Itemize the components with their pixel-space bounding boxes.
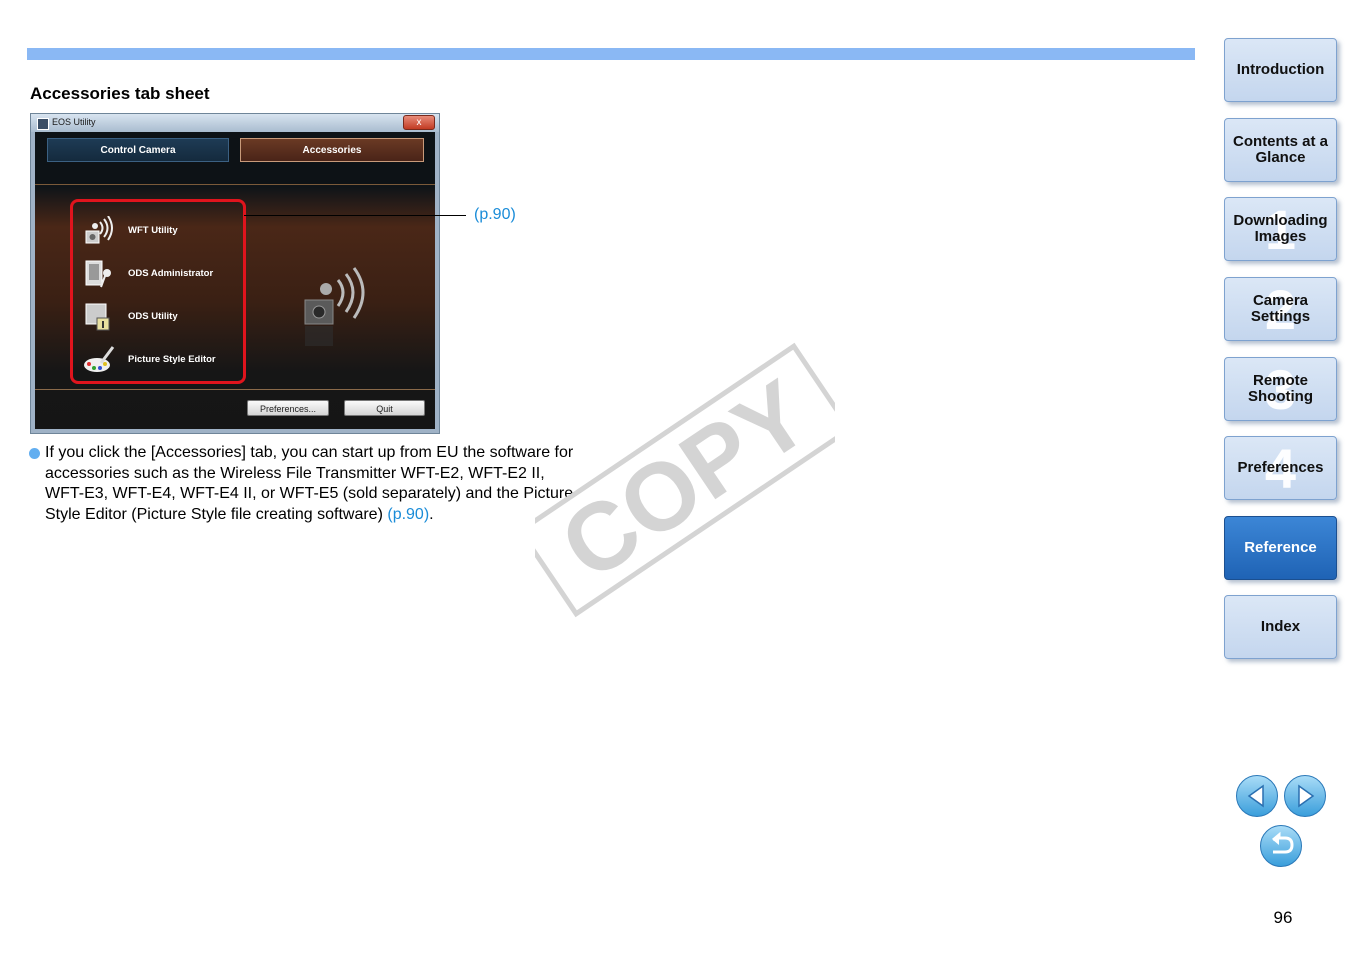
eos-utility-screenshot: EOS Utility x Control Camera Accessories… (30, 113, 440, 434)
tab-control-camera[interactable]: Control Camera (47, 138, 229, 162)
header-accent-bar (27, 48, 1195, 60)
app-icon (37, 118, 49, 130)
return-button[interactable] (1260, 825, 1302, 867)
nav-label: Preferences (1237, 459, 1324, 476)
nav-camera-settings[interactable]: 2 Camera Settings (1224, 277, 1337, 341)
arrow-right-icon (1298, 784, 1315, 808)
app-label: WFT Utility (128, 225, 178, 236)
section-title: Accessories tab sheet (30, 84, 210, 103)
wft-large-icon (304, 267, 365, 346)
tab-accessories[interactable]: Accessories (240, 138, 424, 162)
quit-button[interactable]: Quit (344, 400, 425, 416)
nav-label: Camera Settings (1250, 292, 1311, 325)
app-label: ODS Utility (128, 311, 178, 322)
bullet-icon (29, 448, 40, 459)
nav-introduction[interactable]: Introduction (1224, 38, 1337, 102)
nav-preferences[interactable]: 4 Preferences (1224, 436, 1337, 500)
window-title: EOS Utility (52, 117, 96, 127)
body-text: If you click the [Accessories] tab, you … (45, 444, 574, 524)
nav-label: Reference (1244, 539, 1317, 556)
nav-label: Remote Shooting (1248, 372, 1313, 405)
arrow-left-icon (1247, 784, 1264, 808)
tab-row: Control Camera Accessories (35, 132, 435, 185)
callout-leader-line (244, 215, 466, 216)
previous-page-button[interactable] (1236, 775, 1278, 817)
page-reference-link[interactable]: (p.90) (474, 206, 516, 224)
preferences-button[interactable]: Preferences... (247, 400, 329, 416)
nav-downloading-images[interactable]: 1 Downloading Images (1224, 197, 1337, 261)
ods-admin-icon (85, 260, 111, 288)
nav-label: Contents at a Glance (1233, 133, 1329, 166)
return-arrow-icon (1272, 831, 1294, 854)
nav-reference[interactable]: Reference (1224, 516, 1337, 580)
app-label: ODS Administrator (128, 268, 214, 279)
body-page-link[interactable]: (p.90) (387, 506, 429, 523)
window-body: Control Camera Accessories WFT Utility O… (35, 132, 435, 429)
window-titlebar: EOS Utility x (31, 114, 439, 132)
app-label: Picture Style Editor (128, 354, 216, 365)
watermark-text: COPY (543, 360, 828, 601)
wireless-camera-icon (85, 216, 113, 244)
nav-remote-shooting[interactable]: 3 Remote Shooting (1224, 357, 1337, 421)
ods-utility-icon (85, 303, 110, 331)
page-number: 96 (1273, 908, 1293, 927)
nav-label: Index (1260, 618, 1301, 635)
divider (35, 389, 435, 390)
close-button[interactable]: x (403, 115, 435, 130)
palette-brush-icon (84, 346, 115, 372)
nav-label: Downloading Images (1233, 212, 1328, 245)
nav-contents-at-a-glance[interactable]: Contents at a Glance (1224, 118, 1337, 182)
body-end: . (429, 506, 434, 524)
nav-index[interactable]: Index (1224, 595, 1337, 659)
nav-label: Introduction (1236, 61, 1325, 78)
next-page-button[interactable] (1284, 775, 1326, 817)
body-paragraph: If you click the [Accessories] tab, you … (45, 443, 585, 526)
